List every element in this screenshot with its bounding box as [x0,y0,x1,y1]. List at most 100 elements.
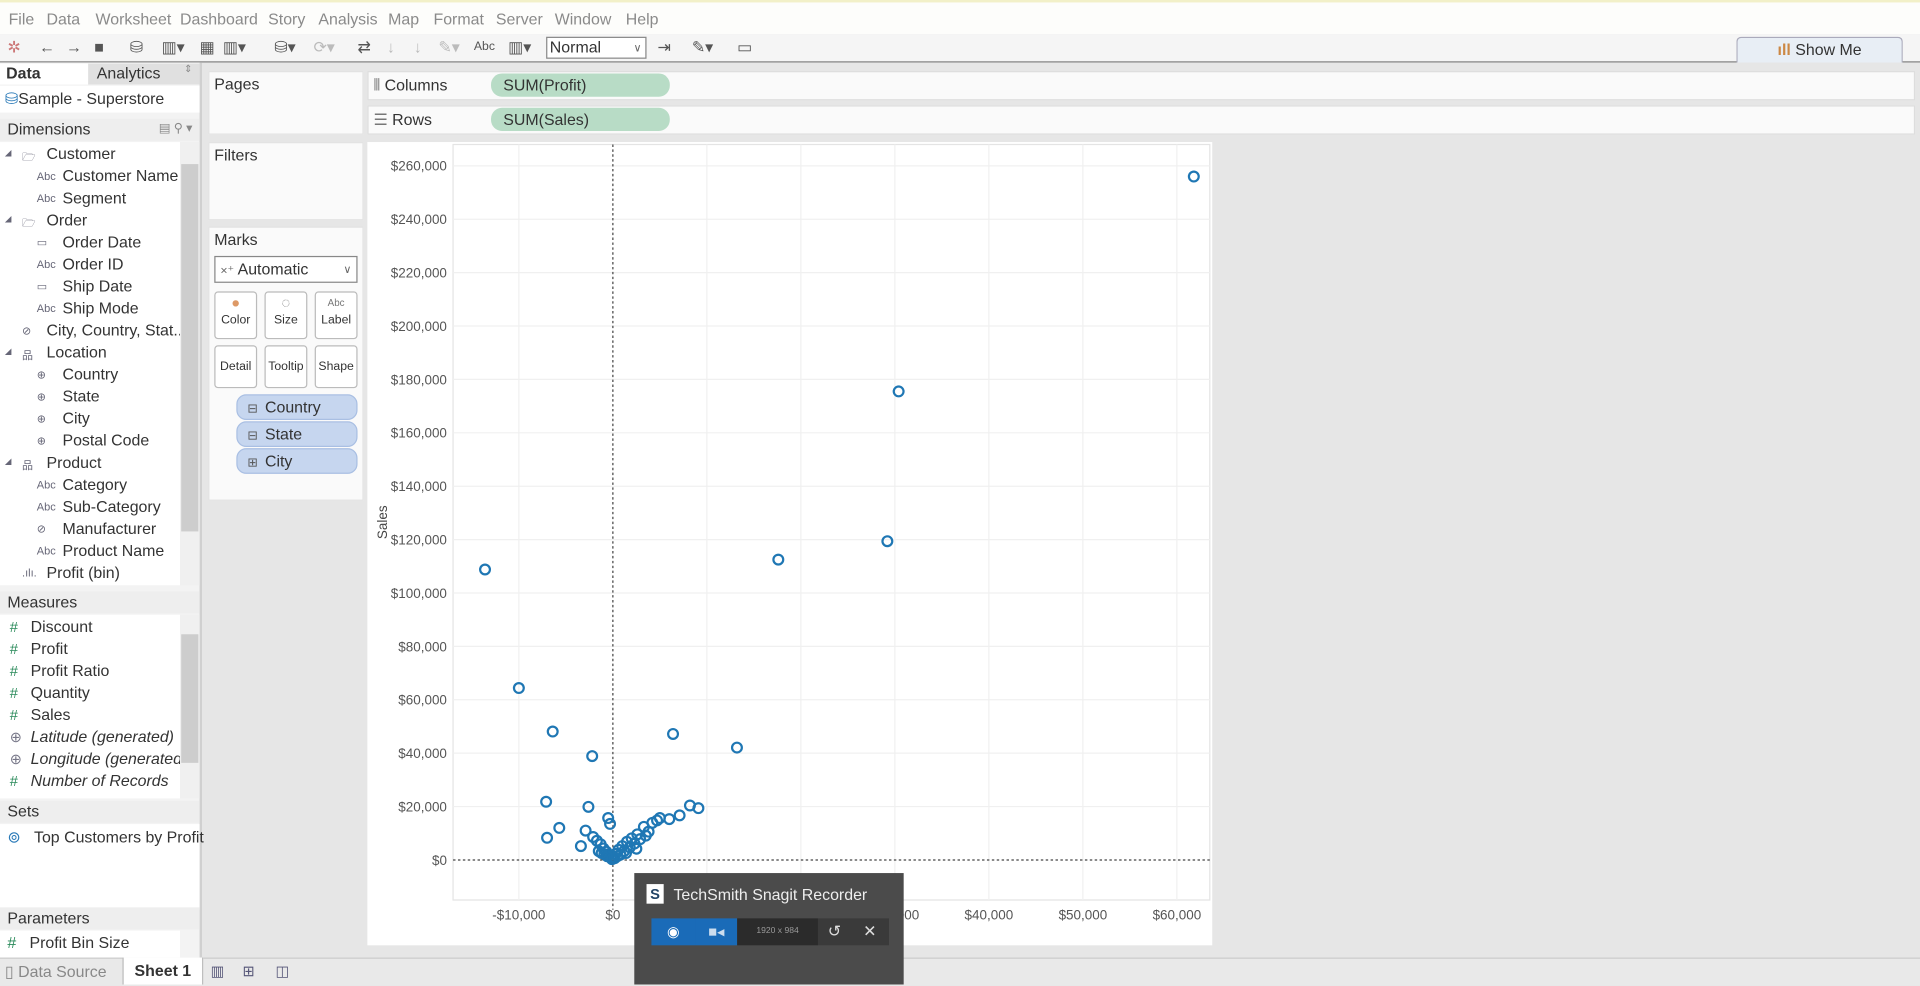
divider [0,61,1920,63]
color-button[interactable]: ● Color [214,291,258,340]
new-story-icon[interactable]: ◫ [276,962,290,979]
capture-size[interactable]: 1920 x 984 [737,918,818,946]
updown-icon: ⇕ [184,63,193,75]
tableau-logo-icon[interactable]: ✲ [7,37,20,59]
detail-pill-state[interactable]: ⊟ State [236,421,358,447]
datasource-item[interactable]: ⛁Sample - Superstore [0,85,200,113]
show-me-button[interactable]: ıll Show Me [1736,36,1903,63]
menu-format[interactable]: Format [433,10,483,28]
label-button[interactable]: Abc Label [314,291,358,340]
group-icon[interactable]: ✎▾ [438,37,459,59]
globe-icon: ⊕ [9,750,23,768]
mark-type-value: Automatic [237,259,309,278]
paperclip-icon: ⊘ [36,522,46,536]
detail-pill-city[interactable]: ⊞ City [236,448,358,474]
mark-button-label: Label [321,313,352,327]
abc-icon: Abc [36,544,56,558]
scatter-chart[interactable]: -$10,000$0$10,000$20,000$30,000$40,000$5… [367,142,1212,945]
scroll-thumb[interactable] [181,164,199,532]
save-icon[interactable]: ■ [94,37,104,59]
data-source-tab[interactable]: ▯ Data Source [5,962,107,982]
swap-icon[interactable]: ⇄ [358,37,371,59]
set-item[interactable]: ⊚ Top Customers by Profit [7,828,203,848]
y-tick-label: $220,000 [391,266,447,281]
y-tick-label: $260,000 [391,159,447,174]
measures-scrollbar[interactable] [180,614,200,799]
tooltip-button[interactable]: Tooltip [264,345,308,389]
sort-desc-icon[interactable]: ↓ [414,37,422,59]
show-mark-labels-icon[interactable]: ▥▾ [508,37,531,59]
filters-card[interactable]: Filters [208,142,364,221]
columns-icon: ⫴ [373,75,381,95]
menu-dashboard[interactable]: Dashboard [180,10,258,28]
refresh-icon[interactable]: ⟳▾ [313,37,334,59]
rows-pill-sum-sales[interactable]: SUM(Sales) [491,107,670,132]
menu-window[interactable]: Window [555,10,612,28]
pages-card[interactable]: Pages [208,71,364,135]
detail-pill-country[interactable]: ⊟ Country [236,394,358,421]
collapse-icon[interactable]: ⊟ [247,403,257,416]
data-pane: Data Analytics ⇕ ⛁Sample - Superstore Dim… [0,62,204,958]
y-tick-label: $120,000 [391,532,447,547]
menu-story[interactable]: Story [268,10,305,28]
expand-triangle-icon[interactable]: ◢ [5,148,12,158]
rows-shelf[interactable]: ☰ Rows SUM(Sales) [367,105,1916,135]
sheet-1-tab[interactable]: Sheet 1 [122,957,204,985]
tab-data[interactable]: Data [0,63,89,85]
abc-icon: Abc [36,478,56,492]
expand-triangle-icon[interactable]: ◢ [5,457,12,467]
duplicate-sheet-icon[interactable]: ▦ [200,37,215,59]
measures-list: # Discount # Profit # Profit Ratio # Quantity # S… [0,614,187,799]
undo-icon[interactable]: ← [39,37,55,59]
parameter-item[interactable]: # Profit Bin Size [7,933,129,951]
camera-icon[interactable]: ◉ [651,918,696,946]
measure-label: Profit Ratio [30,661,110,680]
x-tick-label: $40,000 [965,908,1014,923]
new-worksheet-icon[interactable]: ▥ [211,962,225,979]
number-icon: # [9,706,18,724]
dimensions-scrollbar[interactable] [180,142,200,586]
menu-file[interactable]: File [9,10,35,28]
scroll-thumb[interactable] [181,634,199,763]
menu-analysis[interactable]: Analysis [318,10,377,28]
collapse-icon[interactable]: ⊟ [247,430,257,443]
highlight-icon[interactable]: ✎▾ [692,37,713,59]
search-icon[interactable]: ▤ ⚲ ▾ [159,119,193,141]
video-icon[interactable]: ■◂ [695,918,738,946]
menu-help[interactable]: Help [626,10,659,28]
fit-select[interactable]: Normal ∨ [546,36,647,59]
dimension-label: Customer [46,144,116,163]
detail-button[interactable]: Detail [214,345,258,389]
columns-shelf[interactable]: ⫴ Columns SUM(Profit) [367,71,1916,101]
x-tick-label: $50,000 [1059,908,1108,923]
reset-icon[interactable]: ↺ [828,922,841,940]
menu-data[interactable]: Data [47,10,81,28]
new-dashboard-icon[interactable]: ⊞ [242,962,254,979]
menu-map[interactable]: Map [388,10,419,28]
parameter-label: Profit Bin Size [29,933,130,952]
new-worksheet-icon[interactable]: ▥▾ [162,37,185,59]
menu-server[interactable]: Server [496,10,543,28]
new-datasource-icon[interactable]: ⛁ [130,37,143,59]
close-icon[interactable]: ✕ [863,922,876,940]
pause-updates-icon[interactable]: ⛁▾ [274,37,295,59]
fix-axes-icon[interactable]: ⇥ [658,37,671,59]
show-labels-button[interactable]: Abc [474,37,495,59]
expand-icon[interactable]: ⊞ [247,457,257,470]
sort-asc-icon[interactable]: ↓ [387,37,395,59]
y-tick-label: $200,000 [391,319,447,334]
presentation-mode-icon[interactable]: ▭ [737,37,752,59]
mark-type-select[interactable]: ×⁺ Automatic ∨ [214,255,358,283]
hierarchy-icon: 品 [22,348,34,362]
shape-button[interactable]: Shape [314,345,358,389]
mark-button-label: Tooltip [268,360,304,374]
dimensions-title: Dimensions [7,120,91,139]
clear-sheet-icon[interactable]: ▥▾ [223,37,246,59]
menu-worksheet[interactable]: Worksheet [96,10,172,28]
columns-pill-sum-profit[interactable]: SUM(Profit) [491,73,670,97]
expand-triangle-icon[interactable]: ◢ [5,347,12,357]
redo-icon[interactable]: → [66,37,82,59]
expand-triangle-icon[interactable]: ◢ [5,214,12,225]
tab-analytics[interactable]: Analytics ⇕ [88,63,200,85]
size-button[interactable]: ◌ Size [264,291,308,340]
